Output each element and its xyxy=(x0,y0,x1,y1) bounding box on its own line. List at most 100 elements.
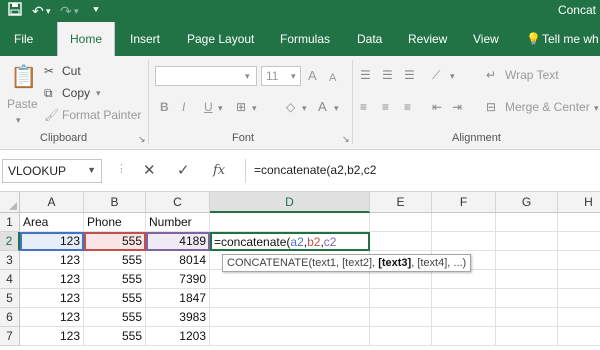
column-header-c[interactable]: C xyxy=(146,192,210,213)
merge-center-icon[interactable]: ⊟ xyxy=(486,99,496,115)
align-right-icon[interactable]: ≡ xyxy=(404,99,411,115)
cell-a3[interactable]: 123 xyxy=(20,251,84,270)
column-header-f[interactable]: F xyxy=(432,192,496,213)
cell-b5[interactable]: 555 xyxy=(84,289,146,308)
borders-dropdown-icon[interactable]: ▾ xyxy=(252,100,257,116)
tab-review[interactable]: Review xyxy=(408,22,447,56)
cell-f1[interactable] xyxy=(432,213,496,232)
cell-c1[interactable]: Number xyxy=(146,213,210,232)
cell-h6[interactable] xyxy=(558,308,600,327)
cell-f6[interactable] xyxy=(432,308,496,327)
cut-button[interactable]: Cut xyxy=(62,63,81,79)
tab-formulas[interactable]: Formulas xyxy=(280,22,330,56)
cell-g5[interactable] xyxy=(496,289,558,308)
cell-e2[interactable] xyxy=(370,232,432,251)
underline-dropdown-icon[interactable]: ▾ xyxy=(218,100,223,116)
cell-c4[interactable]: 7390 xyxy=(146,270,210,289)
font-color-dropdown-icon[interactable]: ▾ xyxy=(334,100,339,116)
save-icon[interactable] xyxy=(8,2,22,20)
italic-button[interactable]: I xyxy=(182,99,185,115)
column-header-g[interactable]: G xyxy=(496,192,558,213)
cell-a5[interactable]: 123 xyxy=(20,289,84,308)
cell-g1[interactable] xyxy=(496,213,558,232)
align-center-icon[interactable]: ≡ xyxy=(382,99,389,115)
cell-g4[interactable] xyxy=(496,270,558,289)
cell-c2[interactable]: 4189 xyxy=(146,232,210,251)
align-left-icon[interactable]: ≡ xyxy=(360,99,367,115)
function-argument-tooltip[interactable]: CONCATENATE(text1, [text2], [text3], [te… xyxy=(222,254,472,272)
cell-h1[interactable] xyxy=(558,213,600,232)
row-header-7[interactable]: 7 xyxy=(0,327,20,346)
tab-file[interactable]: File xyxy=(14,22,33,56)
cell-h3[interactable] xyxy=(558,251,600,270)
font-launcher-icon[interactable]: ↘ xyxy=(342,134,350,145)
row-header-5[interactable]: 5 xyxy=(0,289,20,308)
name-box-dropdown-icon[interactable]: ▼ xyxy=(87,165,96,175)
cell-b6[interactable]: 555 xyxy=(84,308,146,327)
cell-h4[interactable] xyxy=(558,270,600,289)
cell-b3[interactable]: 555 xyxy=(84,251,146,270)
tab-data[interactable]: Data xyxy=(357,22,382,56)
tab-insert[interactable]: Insert xyxy=(130,22,160,56)
copy-dropdown-icon[interactable]: ▾ xyxy=(96,85,101,101)
row-header-4[interactable]: 4 xyxy=(0,270,20,289)
cell-a7[interactable]: 123 xyxy=(20,327,84,346)
align-top-icon[interactable]: ☰ xyxy=(360,67,371,83)
cell-g6[interactable] xyxy=(496,308,558,327)
cell-h5[interactable] xyxy=(558,289,600,308)
row-header-2[interactable]: 2 xyxy=(0,232,20,251)
paste-dropdown-icon[interactable]: ▾ xyxy=(16,112,21,128)
cell-e6[interactable] xyxy=(370,308,432,327)
wrap-text-button[interactable]: Wrap Text xyxy=(505,67,559,83)
column-header-a[interactable]: A xyxy=(20,192,84,213)
cell-a6[interactable]: 123 xyxy=(20,308,84,327)
cell-c7[interactable]: 1203 xyxy=(146,327,210,346)
cell-h7[interactable] xyxy=(558,327,600,346)
font-name-box[interactable] xyxy=(155,66,257,86)
font-color-icon[interactable]: A xyxy=(318,99,327,115)
cell-b1[interactable]: Phone xyxy=(84,213,146,232)
formula-input[interactable]: =concatenate(a2,b2,c2 xyxy=(245,159,600,183)
align-bottom-icon[interactable]: ☰ xyxy=(404,67,415,83)
borders-icon[interactable]: ⊞ xyxy=(236,99,246,115)
cell-g7[interactable] xyxy=(496,327,558,346)
bold-button[interactable]: B xyxy=(160,99,169,115)
undo-icon[interactable]: ↶ xyxy=(32,2,44,20)
row-header-6[interactable]: 6 xyxy=(0,308,20,327)
cell-d6[interactable] xyxy=(210,308,370,327)
cell-d4[interactable] xyxy=(210,270,370,289)
orientation-icon[interactable]: ⟋ xyxy=(432,67,440,83)
redo-dropdown-icon[interactable]: ▾ xyxy=(74,2,79,20)
tell-me-icon[interactable]: 💡 xyxy=(526,22,541,56)
row-header-3[interactable]: 3 xyxy=(0,251,20,270)
cell-f5[interactable] xyxy=(432,289,496,308)
cell-f7[interactable] xyxy=(432,327,496,346)
cell-e1[interactable] xyxy=(370,213,432,232)
column-header-b[interactable]: B xyxy=(84,192,146,213)
cell-c3[interactable]: 8014 xyxy=(146,251,210,270)
cell-h2[interactable] xyxy=(558,232,600,251)
tab-view[interactable]: View xyxy=(473,22,499,56)
copy-button[interactable]: Copy xyxy=(62,85,90,101)
cell-b7[interactable]: 555 xyxy=(84,327,146,346)
cell-a1[interactable]: Area xyxy=(20,213,84,232)
orientation-dropdown-icon[interactable]: ▾ xyxy=(450,68,455,84)
font-size-dropdown-icon[interactable]: ▾ xyxy=(291,68,296,84)
customize-qat-icon[interactable]: ⯆ xyxy=(92,2,100,20)
cell-e5[interactable] xyxy=(370,289,432,308)
underline-button[interactable]: U xyxy=(204,99,213,115)
fill-color-icon[interactable]: ◇ xyxy=(286,99,295,115)
cell-a2[interactable]: 123 xyxy=(20,232,84,251)
enter-button[interactable]: ✓ xyxy=(177,162,190,180)
wrap-text-icon[interactable]: ↵ xyxy=(486,67,496,83)
select-all-corner[interactable] xyxy=(0,192,20,213)
cell-d1[interactable] xyxy=(210,213,370,232)
tab-home[interactable]: Home xyxy=(57,22,116,56)
cell-e7[interactable] xyxy=(370,327,432,346)
cell-g3[interactable] xyxy=(496,251,558,270)
row-header-1[interactable]: 1 xyxy=(0,213,20,232)
cell-e4[interactable] xyxy=(370,270,432,289)
format-painter-icon[interactable]: 🖌 xyxy=(44,107,59,123)
merge-center-button[interactable]: Merge & Center xyxy=(505,99,590,115)
merge-dropdown-icon[interactable]: ▾ xyxy=(594,100,599,116)
